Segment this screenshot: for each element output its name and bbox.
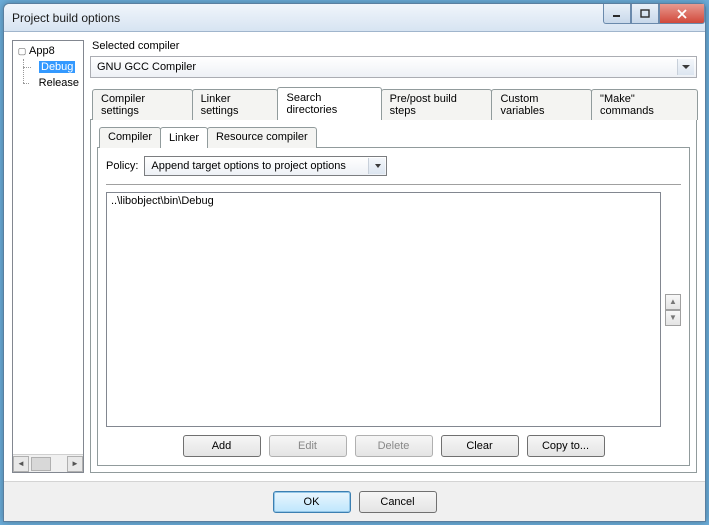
- window-title: Project build options: [12, 11, 120, 25]
- divider: [106, 184, 681, 186]
- dialog-window: Project build options ▢ App8 Debug: [3, 3, 706, 522]
- policy-label: Policy:: [106, 160, 138, 172]
- scroll-right-icon[interactable]: ►: [67, 456, 83, 472]
- collapse-icon[interactable]: ▢: [17, 46, 27, 57]
- tree-root-label: App8: [27, 45, 57, 57]
- tab-linker-settings[interactable]: Linker settings: [192, 89, 279, 120]
- tree-item-release[interactable]: Release: [31, 75, 81, 91]
- compiler-value: GNU GCC Compiler: [97, 61, 196, 73]
- compiler-label: Selected compiler: [90, 40, 697, 52]
- subtab-linker[interactable]: Linker: [160, 127, 208, 148]
- list-item[interactable]: ..\libobject\bin\Debug: [111, 195, 656, 210]
- tree-label-release: Release: [37, 77, 81, 89]
- tab-compiler-settings[interactable]: Compiler settings: [92, 89, 193, 120]
- tree-label-debug: Debug: [39, 61, 75, 73]
- close-button[interactable]: [659, 4, 705, 24]
- add-button[interactable]: Add: [183, 435, 261, 457]
- tab-make-commands[interactable]: "Make" commands: [591, 89, 698, 120]
- tree-item-debug[interactable]: Debug: [31, 59, 81, 75]
- compiler-select[interactable]: GNU GCC Compiler: [90, 56, 697, 78]
- list-buttons: Add Edit Delete Clear Copy to...: [106, 435, 681, 457]
- scroll-thumb[interactable]: [31, 457, 51, 471]
- policy-select[interactable]: Append target options to project options: [144, 156, 387, 176]
- target-tree[interactable]: ▢ App8 Debug Release ◄: [12, 40, 84, 473]
- tab-search-directories[interactable]: Search directories: [277, 87, 381, 120]
- subtab-panel: Policy: Append target options to project…: [97, 148, 690, 466]
- ok-button[interactable]: OK: [273, 491, 351, 513]
- maximize-button[interactable]: [631, 4, 659, 24]
- tab-panel: Compiler Linker Resource compiler Policy…: [90, 120, 697, 473]
- minimize-button[interactable]: [603, 4, 631, 24]
- copy-to-button[interactable]: Copy to...: [527, 435, 605, 457]
- sub-tabs: Compiler Linker Resource compiler: [97, 126, 690, 148]
- window-controls: [603, 4, 705, 24]
- delete-button[interactable]: Delete: [355, 435, 433, 457]
- tab-pre-post-build[interactable]: Pre/post build steps: [381, 89, 493, 120]
- subtab-resource-compiler[interactable]: Resource compiler: [207, 127, 317, 148]
- subtab-compiler[interactable]: Compiler: [99, 127, 161, 148]
- titlebar: Project build options: [4, 4, 705, 32]
- main-panel: Selected compiler GNU GCC Compiler Compi…: [90, 40, 697, 473]
- edit-button[interactable]: Edit: [269, 435, 347, 457]
- directories-list[interactable]: ..\libobject\bin\Debug: [106, 192, 661, 427]
- clear-button[interactable]: Clear: [441, 435, 519, 457]
- chevron-down-icon: [682, 65, 690, 69]
- tree-hscrollbar[interactable]: ◄ ►: [13, 454, 83, 472]
- tree-body: ▢ App8 Debug Release: [13, 41, 83, 454]
- chevron-down-icon: [375, 164, 381, 168]
- main-tabs: Compiler settings Linker settings Search…: [90, 86, 697, 120]
- move-up-button[interactable]: ▲: [665, 294, 681, 310]
- dialog-footer: OK Cancel: [4, 481, 705, 521]
- directories-wrap: ..\libobject\bin\Debug ▲ ▼: [106, 192, 681, 427]
- tab-custom-variables[interactable]: Custom variables: [491, 89, 592, 120]
- policy-value: Append target options to project options: [151, 160, 345, 172]
- scroll-left-icon[interactable]: ◄: [13, 456, 29, 472]
- reorder-buttons: ▲ ▼: [665, 192, 681, 427]
- cancel-button[interactable]: Cancel: [359, 491, 437, 513]
- content-area: ▢ App8 Debug Release ◄: [4, 32, 705, 481]
- tree-item-root[interactable]: ▢ App8: [17, 43, 81, 59]
- policy-row: Policy: Append target options to project…: [106, 156, 681, 176]
- move-down-button[interactable]: ▼: [665, 310, 681, 326]
